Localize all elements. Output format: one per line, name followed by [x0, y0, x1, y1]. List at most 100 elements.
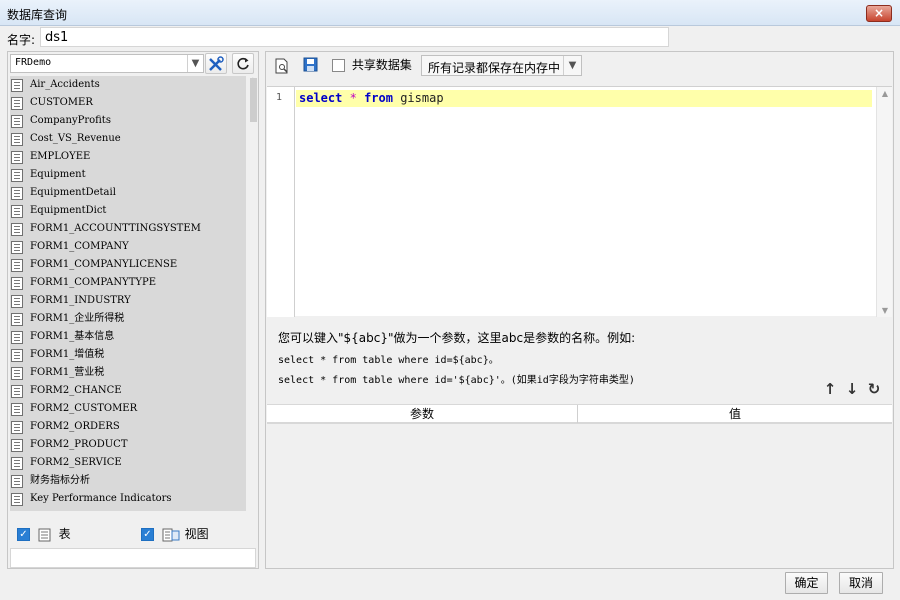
show-views-checkbox[interactable]: ✓ — [141, 528, 154, 541]
storage-mode-select[interactable]: 所有记录都保存在内存中 ▼ — [421, 55, 582, 76]
table-name: EMPLOYEE — [30, 151, 91, 162]
table-icon — [11, 169, 23, 182]
table-name: FORM2_SERVICE — [30, 457, 122, 468]
scroll-up-icon[interactable]: ▲ — [877, 89, 893, 98]
table-list-item[interactable]: FORM2_SERVICE — [10, 454, 246, 472]
table-list-item[interactable]: FORM1_营业税 — [10, 364, 246, 382]
table-list-item[interactable]: 财务指标分析 — [10, 472, 246, 490]
datasource-value: FRDemo — [15, 57, 52, 68]
table-list-item[interactable]: FORM1_INDUSTRY — [10, 292, 246, 310]
table-list-item[interactable]: FORM1_增值税 — [10, 346, 246, 364]
table-name: EquipmentDetail — [30, 187, 116, 198]
table-icon — [11, 115, 23, 128]
sql-editor[interactable]: 1 select * from gismap ▲ ▼ — [267, 86, 892, 317]
table-list-item[interactable]: CUSTOMER — [10, 94, 246, 112]
show-tables-option[interactable]: ✓ 表 — [17, 525, 71, 543]
hint-example: select * from table where id=${abc}。 — [278, 355, 499, 366]
storage-mode-value: 所有记录都保存在内存中 — [428, 61, 561, 75]
arrow-down-icon[interactable]: ↓ — [842, 380, 862, 398]
query-toolbar: 共享数据集 所有记录都保存在内存中 ▼ — [266, 52, 893, 80]
table-name: FORM1_COMPANYLICENSE — [30, 259, 178, 270]
table-icon — [11, 277, 23, 290]
datasource-select[interactable]: FRDemo ▼ — [10, 54, 204, 73]
table-icon — [11, 79, 23, 92]
table-list-item[interactable]: Key Performance Indicators — [10, 490, 246, 508]
show-views-label: 视图 — [184, 527, 209, 541]
table-filter-input[interactable] — [10, 548, 256, 568]
table-list-item[interactable]: EquipmentDict — [10, 202, 246, 220]
table-list-item[interactable]: Cost_VS_Revenue — [10, 130, 246, 148]
table-name: CompanyProfits — [30, 115, 111, 126]
share-dataset-option[interactable]: 共享数据集 — [332, 57, 412, 73]
preview-icon — [275, 58, 288, 74]
table-list-scrollbar[interactable]: ▲ — [248, 76, 258, 511]
table-icon — [11, 385, 23, 398]
table-icon — [11, 439, 23, 452]
table-name: FORM1_营业税 — [30, 367, 105, 378]
parameter-hint: 您可以键入"${abc}"做为一个参数，这里abc是参数的名称。例如: sele… — [278, 329, 635, 386]
table-list-item[interactable]: Air_Accidents — [10, 76, 246, 94]
hint-line: 您可以键入"${abc}"做为一个参数，这里abc是参数的名称。例如: — [278, 331, 636, 345]
table-list-item[interactable]: EquipmentDetail — [10, 184, 246, 202]
chevron-down-icon: ▼ — [563, 56, 581, 75]
table-icon — [11, 259, 23, 272]
title-bar: 数据库查询 × — [0, 0, 900, 26]
current-line[interactable]: select * from gismap — [296, 90, 872, 107]
table-list-item[interactable]: FORM1_COMPANYLICENSE — [10, 256, 246, 274]
scroll-down-icon[interactable]: ▼ — [877, 306, 893, 315]
table-icon — [11, 403, 23, 416]
editor-scrollbar[interactable]: ▲ ▼ — [876, 87, 892, 317]
query-panel: 共享数据集 所有记录都保存在内存中 ▼ 1 select * from gism… — [265, 51, 894, 569]
table-list-item[interactable]: EMPLOYEE — [10, 148, 246, 166]
table-list-item[interactable]: CompanyProfits — [10, 112, 246, 130]
table-list[interactable]: Air_Accidents CUSTOMER CompanyProfits Cost_… — [10, 76, 246, 511]
table-name: Equipment — [30, 169, 86, 180]
save-button[interactable] — [300, 55, 322, 76]
share-dataset-label: 共享数据集 — [351, 58, 412, 72]
refresh-icon[interactable]: ↻ — [864, 380, 884, 398]
table-icon — [11, 421, 23, 434]
sql-code[interactable]: select * from gismap — [299, 91, 444, 105]
table-icon — [11, 349, 23, 362]
table-list-item[interactable]: FORM2_PRODUCT — [10, 436, 246, 454]
connection-settings-button[interactable] — [205, 53, 227, 74]
parameter-tools: ↑ ↓ ↻ — [818, 380, 888, 400]
table-icon — [11, 295, 23, 308]
table-list-item[interactable]: FORM1_COMPANY — [10, 238, 246, 256]
name-input[interactable] — [40, 27, 669, 47]
close-button[interactable]: × — [866, 5, 892, 22]
parameter-table[interactable]: 参数 值 — [267, 404, 892, 568]
scroll-thumb[interactable] — [250, 78, 257, 122]
table-name: EquipmentDict — [30, 205, 107, 216]
column-header-value[interactable]: 值 — [579, 405, 891, 423]
table-list-item[interactable]: FORM1_COMPANYTYPE — [10, 274, 246, 292]
ok-button[interactable]: 确定 — [785, 572, 828, 594]
table-name: 财务指标分析 — [30, 475, 90, 486]
show-tables-checkbox[interactable]: ✓ — [17, 528, 30, 541]
table-icon — [11, 133, 23, 146]
table-list-item[interactable]: FORM1_ACCOUNTTINGSYSTEM — [10, 220, 246, 238]
table-list-item[interactable]: Equipment — [10, 166, 246, 184]
sql-table-name: gismap — [400, 91, 444, 105]
table-list-item[interactable]: FORM1_企业所得税 — [10, 310, 246, 328]
table-name: Key Performance Indicators — [30, 493, 172, 504]
chevron-down-icon: ▼ — [187, 55, 203, 72]
line-number-gutter: 1 — [267, 87, 295, 317]
refresh-button[interactable] — [232, 53, 254, 74]
preview-button[interactable] — [271, 55, 293, 76]
close-icon: × — [873, 6, 885, 20]
table-icon — [11, 331, 23, 344]
cancel-button[interactable]: 取消 — [839, 572, 883, 594]
show-views-option[interactable]: ✓ 视图 — [141, 525, 209, 543]
table-list-item[interactable]: FORM2_CHANCE — [10, 382, 246, 400]
table-icon — [11, 223, 23, 236]
table-name: FORM2_CUSTOMER — [30, 403, 138, 414]
table-list-item[interactable]: FORM2_ORDERS — [10, 418, 246, 436]
column-header-param[interactable]: 参数 — [267, 405, 578, 423]
table-list-item[interactable]: FORM2_CUSTOMER — [10, 400, 246, 418]
arrow-up-icon[interactable]: ↑ — [820, 380, 840, 398]
table-name: FORM1_COMPANY — [30, 241, 129, 252]
share-dataset-checkbox[interactable] — [332, 59, 345, 72]
table-icon — [11, 475, 23, 488]
table-list-item[interactable]: FORM1_基本信息 — [10, 328, 246, 346]
